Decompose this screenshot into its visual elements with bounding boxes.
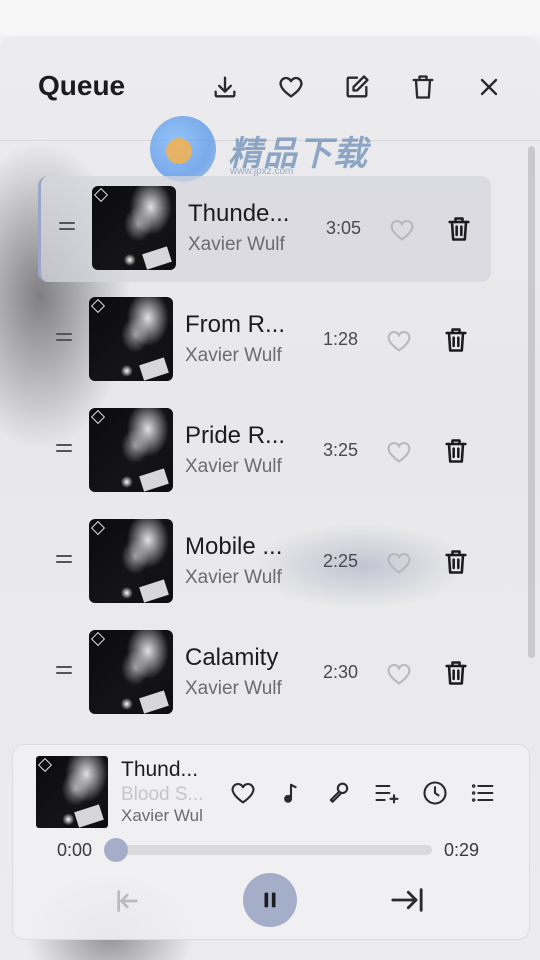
like-song-button[interactable] [385,660,413,688]
status-bar [0,0,540,36]
add-to-queue-icon [375,784,399,804]
previous-button[interactable] [112,885,144,917]
trash-icon [448,217,470,241]
song-duration: 1:28 [323,329,359,349]
queue-row[interactable]: Calamity Xavier Wulf 2:30 [38,620,488,726]
queue-button[interactable] [469,779,497,807]
time-elapsed: 0:00 [57,840,93,860]
watermark-logo-dot [166,138,192,164]
list-icon [471,784,494,802]
microphone-icon [329,782,349,803]
album-artwork [89,519,173,603]
watermark: 精品下载 www.jpxz.com [150,116,380,182]
song-artist: Xavier Wulf [185,456,282,477]
album-artwork [89,408,173,492]
drag-handle-icon[interactable] [56,333,72,343]
drag-handle-icon[interactable] [59,222,75,232]
song-artist: Xavier Wulf [185,678,282,699]
like-button[interactable] [229,779,257,807]
song-title: Pride R... [185,422,286,449]
lyrics-button[interactable] [325,779,353,807]
song-duration: 3:05 [326,218,362,238]
song-artist: Xavier Wulf [185,567,282,588]
song-title: Thunde... [188,200,290,227]
now-playing-artist[interactable]: Xavier Wul [121,806,203,826]
trash-icon [412,75,434,99]
next-button[interactable] [389,884,425,916]
song-title: Mobile ... [185,533,283,560]
clear-queue-button[interactable] [406,70,440,104]
trash-icon [445,550,467,574]
seek-bar[interactable] [116,845,432,855]
trash-icon [445,328,467,352]
close-icon [480,78,498,96]
song-artist: Xavier Wulf [185,345,282,366]
pause-icon [264,892,276,908]
close-button[interactable] [472,70,506,104]
song-duration: 3:25 [323,440,359,460]
sleep-timer-button[interactable] [421,779,449,807]
skip-next-icon [391,888,423,912]
remove-song-button[interactable] [445,214,473,244]
song-title: Calamity [185,644,279,671]
trash-icon [445,439,467,463]
play-pause-button[interactable] [243,873,297,927]
time-total: 0:29 [444,840,480,860]
queue-row[interactable]: Thunde... Xavier Wulf 3:05 [38,176,491,282]
clock-icon [423,781,447,805]
heart-icon [387,330,411,352]
scrollbar-thumb[interactable] [528,146,535,658]
music-button[interactable] [277,779,305,807]
download-button[interactable] [208,70,242,104]
remove-song-button[interactable] [442,547,470,577]
queue-row[interactable]: Pride R... Xavier Wulf 3:25 [38,398,488,504]
like-song-button[interactable] [385,438,413,466]
edit-button[interactable] [340,70,374,104]
remove-song-button[interactable] [442,658,470,688]
queue-row[interactable]: From R... Xavier Wulf 1:28 [38,287,488,393]
album-artwork [92,186,176,270]
song-artist: Xavier Wulf [188,234,285,255]
page-title: Queue [38,70,126,101]
like-song-button[interactable] [385,327,413,355]
remove-song-button[interactable] [442,325,470,355]
like-song-button[interactable] [388,216,416,244]
now-playing-album: Blood S... [121,784,204,805]
music-note-icon [284,783,297,803]
remove-song-button[interactable] [442,436,470,466]
seek-knob[interactable] [104,838,128,862]
skip-previous-icon [117,890,138,912]
heart-icon [387,663,411,685]
album-artwork [89,297,173,381]
song-duration: 2:30 [323,662,359,682]
add-to-queue-button[interactable] [373,779,401,807]
heart-icon [387,552,411,574]
song-title: From R... [185,311,285,338]
album-artwork [89,630,173,714]
now-playing-title[interactable]: Thund... [121,758,198,782]
now-playing-artwork[interactable] [36,756,108,828]
edit-icon [346,75,369,98]
drag-handle-icon[interactable] [56,666,72,676]
like-song-button[interactable] [385,549,413,577]
drag-handle-icon[interactable] [56,555,72,565]
heart-icon [390,219,414,241]
heart-icon [231,782,255,804]
queue-row[interactable]: Mobile ... Xavier Wulf 2:25 [38,509,488,615]
favorite-button[interactable] [274,70,308,104]
drag-handle-icon[interactable] [56,444,72,454]
heart-icon [279,76,303,98]
trash-icon [445,661,467,685]
song-duration: 2:25 [323,551,359,571]
heart-icon [387,441,411,463]
download-icon [214,76,236,98]
